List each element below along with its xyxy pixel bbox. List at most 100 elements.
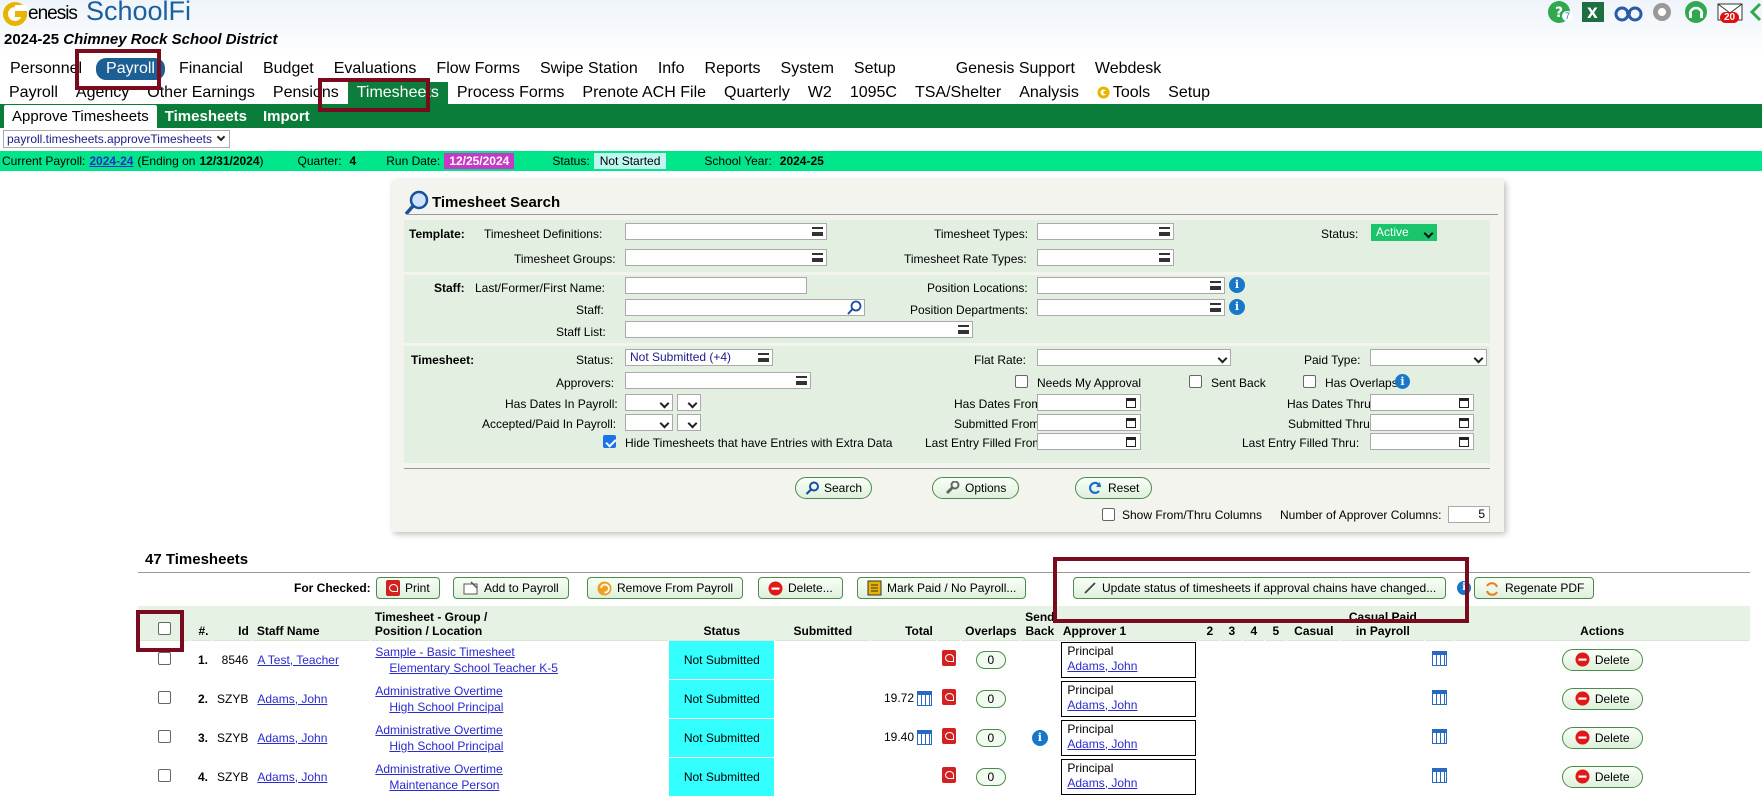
nav-financial[interactable]: Financial (169, 58, 253, 80)
nav-webdesk[interactable]: Webdesk (1085, 58, 1171, 80)
timesheet-definitions-input[interactable] (625, 223, 827, 240)
approver-name-link[interactable]: Adams, John (1067, 659, 1137, 673)
nav-swipe-station[interactable]: Swipe Station (530, 58, 648, 80)
has-dates-in-payroll-select-2[interactable] (677, 394, 701, 411)
update-status-button[interactable]: Update status of timesheets if approval … (1073, 577, 1447, 599)
submitted-from-input[interactable] (1037, 414, 1141, 431)
subnav-analysis[interactable]: Analysis (1010, 82, 1088, 104)
pdf-icon[interactable] (941, 650, 956, 666)
options-button[interactable]: Options (932, 477, 1020, 499)
page-select[interactable]: payroll.timesheets.approveTimesheets (3, 130, 230, 148)
accepted-paid-select-2[interactable] (677, 414, 701, 431)
mail-icon[interactable]: 20 (1716, 0, 1746, 26)
info-icon[interactable]: i (1229, 299, 1245, 315)
delete-row-button[interactable]: Delete (1561, 687, 1643, 710)
current-payroll-link[interactable]: 2024-24 (89, 154, 133, 168)
calendar-icon[interactable] (1126, 398, 1136, 408)
has-dates-in-payroll-select-1[interactable] (625, 394, 673, 411)
calendar-icon[interactable] (1432, 728, 1448, 744)
add-to-payroll-button[interactable]: Add to Payroll (453, 577, 569, 599)
approver-name-link[interactable]: Adams, John (1067, 776, 1137, 790)
headset-icon[interactable] (1682, 0, 1712, 26)
position-locations-input[interactable] (1037, 277, 1225, 294)
staff-name-link[interactable]: Adams, John (257, 770, 327, 784)
row-checkbox[interactable] (158, 729, 171, 743)
help-icon[interactable]: ? 7 (1546, 0, 1576, 26)
subnav-prenote-ach-file[interactable]: Prenote ACH File (573, 82, 715, 104)
staff-name-link[interactable]: A Test, Teacher (257, 653, 339, 667)
delete-row-button[interactable]: Delete (1561, 726, 1643, 749)
num-approver-cols-input[interactable]: 5 (1448, 506, 1490, 523)
staff-name-link[interactable]: Adams, John (257, 692, 327, 706)
print-button[interactable]: Print (376, 577, 440, 599)
binoculars-icon[interactable] (1614, 0, 1644, 26)
nav-personnel[interactable]: Personnel (0, 58, 92, 80)
pdf-icon[interactable] (941, 767, 956, 783)
tab-timesheets[interactable]: Timesheets (157, 105, 255, 128)
calendar-icon[interactable] (917, 730, 933, 746)
pdf-icon[interactable] (941, 689, 956, 705)
nav-info[interactable]: Info (648, 58, 695, 80)
staff-list-input[interactable] (625, 321, 973, 338)
position-link[interactable]: Maintenance Person (389, 778, 499, 792)
delete-row-button[interactable]: Delete (1561, 765, 1643, 788)
select-all-checkbox[interactable] (158, 621, 171, 635)
gear-icon[interactable] (1648, 0, 1678, 26)
nav-budget[interactable]: Budget (253, 58, 324, 80)
subnav-timesheets[interactable]: Timesheets (347, 81, 448, 104)
position-link[interactable]: High School Principal (389, 700, 503, 714)
mark-paid-button[interactable]: Mark Paid / No Payroll... (857, 577, 1027, 599)
calendar-icon[interactable] (1126, 437, 1136, 447)
has-overlaps-checkbox[interactable] (1303, 375, 1316, 388)
submitted-thru-input[interactable] (1370, 414, 1474, 431)
calendar-icon[interactable] (917, 691, 933, 707)
nav-payroll[interactable]: Payroll (96, 57, 165, 80)
row-checkbox[interactable] (158, 768, 171, 782)
subnav-agency[interactable]: Agency (67, 82, 138, 104)
calendar-icon[interactable] (1432, 650, 1448, 666)
timesheet-group-link[interactable]: Sample - Basic Timesheet (375, 645, 514, 659)
last-first-name-input[interactable] (625, 277, 807, 294)
show-from-thru-checkbox[interactable] (1102, 508, 1115, 521)
row-checkbox[interactable] (158, 690, 171, 704)
overlaps-button[interactable]: 0 (975, 650, 1006, 669)
needs-my-approval-checkbox[interactable] (1015, 375, 1028, 388)
timesheet-types-input[interactable] (1037, 223, 1174, 240)
accepted-paid-select-1[interactable] (625, 414, 673, 431)
overlaps-button[interactable]: 0 (975, 689, 1006, 708)
delete-checked-button[interactable]: Delete... (758, 577, 843, 599)
hide-extra-data-checkbox[interactable] (603, 435, 616, 448)
calendar-icon[interactable] (1459, 418, 1469, 428)
approvers-input[interactable] (625, 372, 811, 389)
timesheet-group-link[interactable]: Administrative Overtime (375, 684, 502, 698)
position-departments-input[interactable] (1037, 299, 1225, 316)
position-link[interactable]: Elementary School Teacher K-5 (389, 661, 558, 675)
timesheet-rate-types-input[interactable] (1037, 249, 1174, 266)
paid-type-select[interactable] (1370, 349, 1487, 366)
subnav-pensions[interactable]: Pensions (264, 82, 348, 104)
overlaps-button[interactable]: 0 (975, 728, 1006, 747)
search-button[interactable]: Search (795, 477, 873, 499)
excel-icon[interactable]: X (1580, 0, 1610, 26)
pdf-icon[interactable] (941, 728, 956, 744)
row-checkbox[interactable] (158, 651, 171, 665)
subnav-payroll[interactable]: Payroll (0, 82, 67, 104)
subnav-quarterly[interactable]: Quarterly (715, 82, 799, 104)
ts-status-input[interactable]: Not Submitted (+4) (625, 349, 773, 366)
staff-name-link[interactable]: Adams, John (257, 731, 327, 745)
subnav-tools[interactable]: Tools (1088, 82, 1159, 104)
reset-button[interactable]: Reset (1075, 477, 1153, 499)
nav-evaluations[interactable]: Evaluations (324, 58, 427, 80)
calendar-icon[interactable] (1459, 398, 1469, 408)
subnav-tsa-shelter[interactable]: TSA/Shelter (906, 82, 1010, 104)
nav-genesis-support[interactable]: Genesis Support (946, 58, 1085, 80)
calendar-icon[interactable] (1126, 418, 1136, 428)
search-icon[interactable] (846, 300, 862, 315)
has-dates-from-input[interactable] (1037, 394, 1141, 411)
nav-system[interactable]: System (771, 58, 844, 80)
subnav-w2[interactable]: W2 (799, 82, 841, 104)
nav-setup[interactable]: Setup (844, 58, 906, 80)
info-icon[interactable]: i (1457, 581, 1471, 595)
exit-icon[interactable] (1750, 0, 1762, 26)
tab-approve-timesheets[interactable]: Approve Timesheets (4, 105, 157, 128)
